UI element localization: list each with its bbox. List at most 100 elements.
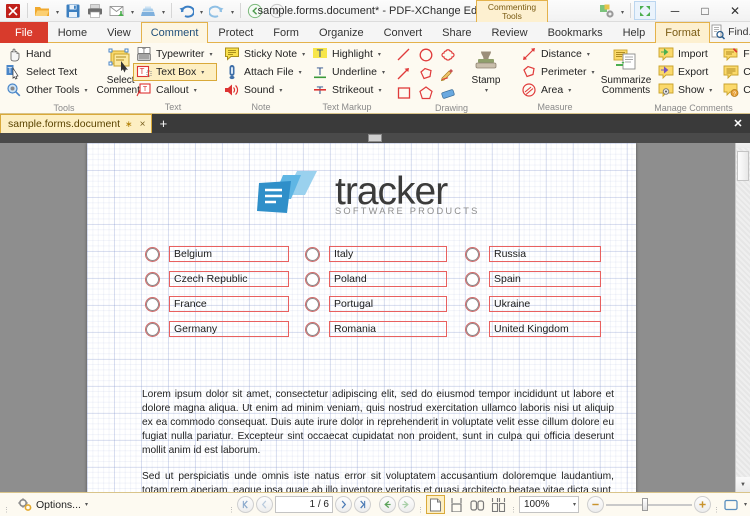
- zoom-slider-handle[interactable]: [642, 498, 649, 511]
- sticky-note-caret-icon[interactable]: ▾: [302, 51, 305, 58]
- radio-france[interactable]: [145, 296, 160, 312]
- stamp-button[interactable]: Stamp ▾: [462, 45, 510, 102]
- area-tool-button[interactable]: Area ▾: [518, 81, 600, 99]
- sticky-note-button[interactable]: Sticky Note ▾: [221, 45, 310, 63]
- customize-caret-icon[interactable]: ▾: [618, 1, 627, 21]
- scroll-track[interactable]: [736, 148, 750, 477]
- scan-caret-icon[interactable]: ▾: [159, 1, 168, 21]
- radio-portugal[interactable]: [305, 296, 320, 312]
- sound-button[interactable]: Sound ▾: [221, 81, 310, 99]
- highlight-button[interactable]: T Highlight ▾: [309, 45, 390, 63]
- tab-bookmarks[interactable]: Bookmarks: [538, 22, 613, 43]
- new-tab-button[interactable]: +: [152, 114, 174, 133]
- area-caret-icon[interactable]: ▾: [568, 87, 571, 94]
- form-field-czech-republic[interactable]: Czech Republic: [145, 271, 305, 287]
- typewriter-button[interactable]: T Typewriter ▾: [133, 45, 217, 63]
- ellipse-tool-button[interactable]: [415, 45, 437, 64]
- document-tab-sample-forms[interactable]: sample.forms.document ∗ ×: [0, 114, 153, 133]
- perimeter-caret-icon[interactable]: ▾: [592, 69, 595, 76]
- textfield-portugal[interactable]: Portugal: [329, 296, 447, 312]
- textfield-ukraine[interactable]: Ukraine: [489, 296, 601, 312]
- underline-caret-icon[interactable]: ▾: [382, 69, 385, 76]
- export-comments-button[interactable]: Export: [655, 63, 717, 81]
- find-button[interactable]: Find...: [710, 24, 750, 40]
- form-field-poland[interactable]: Poland: [305, 271, 465, 287]
- show-comments-button[interactable]: Show ▾: [655, 81, 717, 99]
- view-mode-two-page-continuous-button[interactable]: [489, 495, 508, 514]
- strikeout-button[interactable]: T Strikeout ▾: [309, 81, 390, 99]
- flatten-comments-button[interactable]: Flatten: [720, 45, 750, 63]
- callout-button[interactable]: T Callout ▾: [133, 81, 217, 99]
- page-canvas[interactable]: tracker SOFTWARE PRODUCTS Belgium Italy: [0, 133, 735, 492]
- eraser-tool-button[interactable]: [437, 83, 459, 102]
- options-caret-icon[interactable]: ▾: [85, 501, 88, 508]
- tab-help[interactable]: Help: [613, 22, 656, 43]
- zoom-dropdown-caret-icon[interactable]: ▾: [573, 501, 576, 508]
- comment-styles-button[interactable]: ? Comment Styles: [720, 81, 750, 99]
- pencil-tool-button[interactable]: [437, 64, 459, 83]
- navigate-back-button[interactable]: [378, 496, 396, 513]
- radio-spain[interactable]: [465, 271, 480, 287]
- form-field-france[interactable]: France: [145, 296, 305, 312]
- radio-czech-republic[interactable]: [145, 271, 160, 287]
- text-box-caret-icon[interactable]: ▾: [201, 69, 204, 76]
- form-field-ukraine[interactable]: Ukraine: [465, 296, 601, 312]
- undo-caret-icon[interactable]: ▾: [197, 1, 206, 21]
- zoom-slider[interactable]: [605, 496, 692, 513]
- radio-belgium[interactable]: [145, 246, 160, 262]
- comments-list-button[interactable]: Comments List: [720, 63, 750, 81]
- tab-file[interactable]: File: [0, 22, 48, 43]
- textfield-poland[interactable]: Poland: [329, 271, 447, 287]
- tab-view[interactable]: View: [97, 22, 141, 43]
- scroll-thumb[interactable]: [737, 151, 749, 181]
- undo-icon[interactable]: [175, 1, 197, 21]
- highlight-caret-icon[interactable]: ▾: [378, 51, 381, 58]
- view-mode-two-page-button[interactable]: [468, 495, 487, 514]
- panel-collapse-handle[interactable]: [368, 134, 382, 142]
- scroll-down-arrow-icon[interactable]: ▼: [736, 477, 750, 492]
- radio-romania[interactable]: [305, 321, 320, 337]
- navigate-back-icon[interactable]: [244, 1, 266, 21]
- textfield-spain[interactable]: Spain: [489, 271, 601, 287]
- textfield-romania[interactable]: Romania: [329, 321, 447, 337]
- form-field-germany[interactable]: Germany: [145, 321, 305, 337]
- radio-united-kingdom[interactable]: [465, 321, 480, 337]
- textfield-russia[interactable]: Russia: [489, 246, 601, 262]
- polygon-closed-tool-button[interactable]: [415, 83, 437, 102]
- email-icon[interactable]: [106, 1, 128, 21]
- tab-convert[interactable]: Convert: [374, 22, 433, 43]
- tab-share[interactable]: Share: [432, 22, 481, 43]
- other-tools-button[interactable]: Other Tools ▾: [3, 81, 93, 99]
- form-field-portugal[interactable]: Portugal: [305, 296, 465, 312]
- fullscreen-button[interactable]: [634, 1, 656, 20]
- view-mode-single-continuous-button[interactable]: [447, 495, 466, 514]
- tab-format[interactable]: Format: [655, 22, 711, 43]
- next-page-button[interactable]: [334, 496, 352, 513]
- tab-protect[interactable]: Protect: [208, 22, 263, 43]
- scan-icon[interactable]: [137, 1, 159, 21]
- open-file-caret-icon[interactable]: ▾: [53, 1, 62, 21]
- polygon-tool-button[interactable]: [415, 64, 437, 83]
- underline-button[interactable]: T Underline ▾: [309, 63, 390, 81]
- tab-organize[interactable]: Organize: [309, 22, 374, 43]
- close-document-button[interactable]: ✕: [726, 114, 750, 133]
- navigate-forward-button[interactable]: [397, 496, 415, 513]
- open-file-icon[interactable]: [31, 1, 53, 21]
- redo-icon[interactable]: [206, 1, 228, 21]
- last-page-button[interactable]: [353, 496, 371, 513]
- form-field-belgium[interactable]: Belgium: [145, 246, 305, 262]
- save-file-icon[interactable]: [62, 1, 84, 21]
- form-field-united-kingdom[interactable]: United Kingdom: [465, 321, 601, 337]
- textfield-france[interactable]: France: [169, 296, 289, 312]
- minimize-button[interactable]: ─: [660, 0, 690, 22]
- rectangle-tool-button[interactable]: [393, 83, 415, 102]
- email-caret-icon[interactable]: ▾: [128, 1, 137, 21]
- perimeter-tool-button[interactable]: Perimeter ▾: [518, 63, 600, 81]
- close-button[interactable]: ✕: [720, 0, 750, 22]
- zoom-in-button[interactable]: [693, 496, 711, 513]
- textfield-united-kingdom[interactable]: United Kingdom: [489, 321, 601, 337]
- loupe-caret-icon[interactable]: ▾: [744, 501, 747, 508]
- form-field-russia[interactable]: Russia: [465, 246, 601, 262]
- previous-page-button[interactable]: [255, 496, 273, 513]
- textfield-italy[interactable]: Italy: [329, 246, 447, 262]
